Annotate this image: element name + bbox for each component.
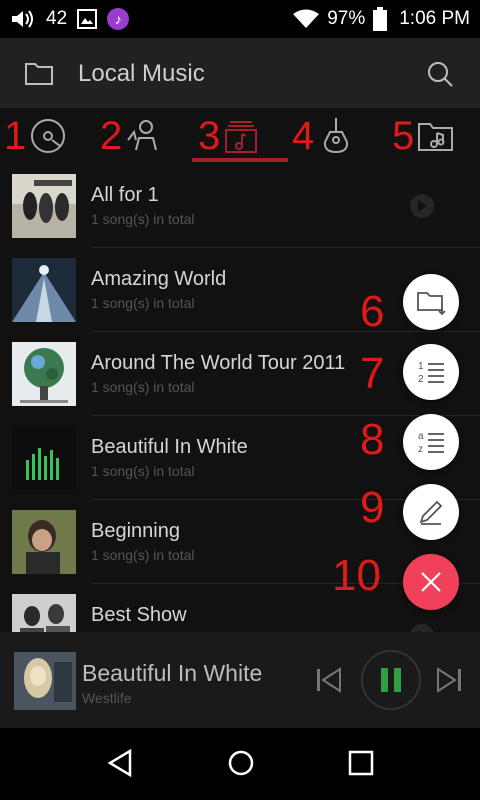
svg-text:a: a [418, 431, 424, 442]
status-bar: 42 ♪ 97% 1:06 PM [0, 0, 480, 38]
album-title: Beautiful In White [91, 436, 248, 458]
album-title: Beginning [91, 520, 180, 542]
tab-genres[interactable]: 4 [292, 108, 356, 164]
edit-button[interactable] [403, 484, 459, 540]
close-icon [421, 572, 441, 592]
pause-icon [381, 668, 401, 692]
az-sort-icon: a z [418, 431, 444, 455]
annotation-label: 8 [360, 415, 385, 464]
back-icon[interactable] [106, 748, 136, 778]
sort-by-number-button[interactable]: 1 2 [403, 344, 459, 400]
tab-number: 2 [100, 114, 123, 158]
artist-icon [127, 120, 158, 151]
album-song-count: 1 song(s) in total [91, 295, 195, 311]
svg-text:1: 1 [418, 361, 424, 372]
image-icon [77, 9, 98, 29]
svg-text:z: z [418, 444, 423, 455]
album-song-count: 1 song(s) in total [91, 463, 195, 479]
sort-alphabetical-button[interactable]: a z [403, 414, 459, 470]
album-art [12, 594, 76, 632]
clock: 1:06 PM [399, 8, 470, 29]
album-song-count: 1 song(s) in total [91, 211, 195, 227]
battery-icon [373, 7, 388, 31]
svg-text:2: 2 [418, 374, 424, 385]
tab-albums[interactable]: 3 [198, 108, 262, 164]
tab-songs[interactable]: 1 [4, 108, 68, 164]
home-icon[interactable] [226, 748, 256, 778]
album-title: Amazing World [91, 268, 227, 290]
numbered-list-icon: 1 2 [418, 361, 444, 385]
volume-level: 42 [46, 8, 68, 29]
now-playing-album-art [14, 652, 76, 710]
guitar-icon [324, 118, 349, 154]
annotation-label: 10 [332, 551, 381, 600]
now-playing-title: Beautiful In White [82, 660, 263, 686]
annotation-label: 7 [360, 349, 385, 398]
page-title: Local Music [78, 60, 205, 87]
selected-tab-indicator [192, 158, 288, 162]
annotation-label: 9 [360, 483, 385, 532]
now-playing-artist: Westlife [82, 690, 132, 706]
system-nav-bar [0, 728, 480, 800]
tab-artists[interactable]: 2 [100, 108, 164, 164]
wifi-icon [293, 9, 320, 28]
album-title: Best Show [91, 604, 187, 626]
scan-folder-button[interactable] [403, 274, 459, 330]
next-icon[interactable] [436, 666, 464, 694]
tab-number: 5 [392, 114, 415, 158]
music-folder-icon [418, 123, 454, 151]
album-list[interactable]: All for 1 1 song(s) in total Amazing Wor… [0, 164, 480, 632]
previous-icon[interactable] [314, 666, 342, 694]
close-menu-button[interactable] [403, 554, 459, 610]
disc-icon [31, 119, 66, 153]
album-art [12, 426, 76, 490]
search-icon[interactable] [426, 60, 454, 88]
album-art [12, 342, 76, 406]
album-title: Around The World Tour 2011 [91, 352, 346, 374]
album-icon [225, 121, 258, 153]
volume-icon [12, 10, 33, 28]
pause-button[interactable] [361, 650, 421, 710]
album-title: All for 1 [91, 184, 159, 206]
battery-percent: 97% [327, 8, 366, 29]
album-art [12, 258, 76, 322]
folder-icon[interactable] [24, 60, 54, 86]
album-song-count: 1 song(s) in total [91, 379, 195, 395]
app-header: Local Music [0, 38, 480, 108]
folder-scan-icon [417, 292, 446, 316]
edit-icon [419, 500, 443, 525]
album-art [12, 510, 76, 574]
recents-icon[interactable] [346, 748, 376, 778]
annotation-label: 6 [360, 287, 385, 336]
now-playing-bar[interactable]: Beautiful In White Westlife [0, 632, 480, 728]
list-item[interactable]: All for 1 1 song(s) in total [0, 164, 480, 248]
tab-number: 4 [292, 114, 315, 158]
tab-number: 1 [4, 114, 27, 158]
play-icon[interactable] [410, 624, 434, 632]
music-app-icon: ♪ [107, 8, 130, 30]
category-tabs: 1 2 3 4 5 [0, 108, 480, 164]
album-song-count: 1 song(s) in total [91, 547, 195, 563]
album-art [12, 174, 76, 238]
tab-folders[interactable]: 5 [392, 108, 456, 164]
tab-number: 3 [198, 114, 221, 158]
play-icon[interactable] [410, 194, 434, 218]
